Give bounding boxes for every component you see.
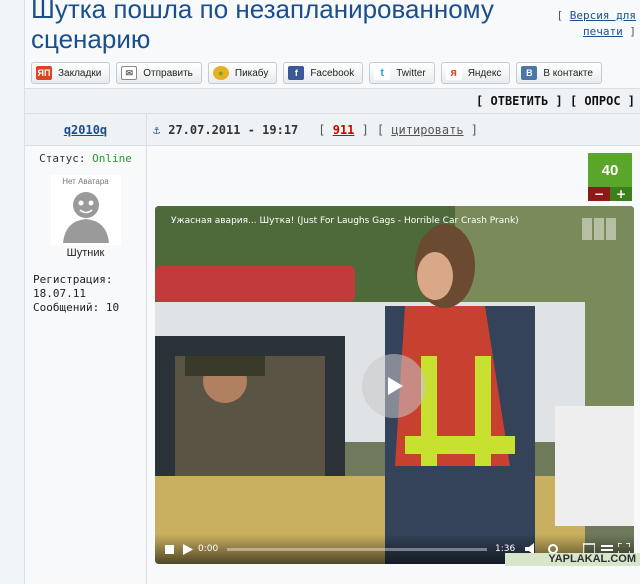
topic-action-bar: [ ОТВЕТИТЬ ] [ ОПРОС ] — [25, 88, 640, 114]
print-bracket-close: ] — [629, 25, 636, 38]
video-player[interactable]: Ужасная авария... Шутка! (Just For Laugh… — [155, 206, 634, 564]
small-play-icon[interactable] — [183, 544, 193, 555]
yap-bookmarks-icon: ЯП — [36, 66, 52, 80]
status-value: Online — [92, 152, 132, 165]
messages-label: Сообщений: — [33, 301, 100, 314]
anchor-icon[interactable]: ⚓ — [153, 123, 160, 137]
user-header: q2010q — [25, 114, 146, 146]
pikabu-icon: ● — [212, 66, 229, 80]
print-version-link[interactable]: Версия для печати — [570, 9, 636, 38]
rating-minus-button[interactable]: − — [588, 187, 610, 201]
rating-plus-button[interactable]: + — [610, 187, 632, 201]
avatar-caption: Нет Аватара — [62, 177, 109, 186]
share-twitter-button[interactable]: t Twitter — [369, 62, 435, 84]
user-registration: Регистрация: 18.07.11 Сообщений: 10 — [33, 273, 146, 315]
share-send-button[interactable]: ✉ Отправить — [116, 62, 202, 84]
share-label: В контакте — [543, 67, 593, 79]
post-number-link[interactable]: 911 — [333, 123, 355, 137]
vkontakte-icon: В — [521, 66, 538, 80]
user-status: Статус: Online — [25, 152, 146, 165]
twitter-icon: t — [374, 66, 391, 80]
stop-icon[interactable] — [165, 545, 174, 554]
play-button[interactable] — [362, 354, 426, 418]
share-bar: ЯП Закладки ✉ Отправить ● Пикабу f Faceb… — [31, 62, 602, 84]
share-yandex-button[interactable]: я Яндекс — [440, 62, 511, 84]
play-icon — [388, 377, 403, 395]
print-version: [ Версия для печати ] — [526, 8, 636, 40]
share-bookmarks-button[interactable]: ЯП Закладки — [31, 62, 111, 84]
share-vkontakte-button[interactable]: В В контакте — [516, 62, 602, 84]
mail-icon: ✉ — [121, 66, 138, 80]
topic-title: Шутка пошла по незапланированному сценар… — [31, 0, 494, 54]
avatar[interactable]: Нет Аватара — [50, 175, 121, 245]
share-label: Facebook — [310, 67, 355, 79]
post-number: [ 911 ] — [318, 122, 369, 137]
post-header: ⚓ 27.07.2011 - 19:17 [ 911 ] [ цитироват… — [147, 114, 640, 146]
rating-value: 40 — [588, 153, 632, 187]
user-rank: Шутник — [66, 247, 105, 259]
share-pikabu-button[interactable]: ● Пикабу — [207, 62, 278, 84]
quote-link[interactable]: цитировать — [391, 123, 463, 137]
video-title: Ужасная авария... Шутка! (Just For Laugh… — [171, 216, 519, 226]
post-rating: 40 − + — [588, 153, 632, 201]
progress-bar[interactable] — [227, 548, 487, 551]
print-bracket-open: [ — [556, 9, 564, 22]
quote-action: [ цитировать ] — [376, 122, 479, 137]
current-time: 0:00 — [198, 544, 219, 554]
registration-label: Регистрация: — [33, 273, 113, 286]
share-label: Яндекс — [467, 67, 502, 79]
yandex-icon: я — [445, 66, 462, 80]
topic-actions: [ ОТВЕТИТЬ ] [ ОПРОС ] — [476, 94, 635, 108]
site-watermark: YAPLAKAL.COM — [505, 553, 640, 566]
poll-button[interactable]: ОПРОС — [584, 94, 620, 108]
reply-button[interactable]: ОТВЕТИТЬ — [491, 94, 549, 108]
share-label: Отправить — [143, 67, 193, 79]
user-column: q2010q Статус: Online Нет Аватара Шутник… — [25, 114, 147, 584]
post-date: 27.07.2011 - 19:17 — [168, 122, 299, 137]
messages-count: 10 — [105, 301, 120, 314]
share-label: Закладки — [58, 67, 102, 79]
yap-logo-icon — [582, 218, 616, 240]
share-facebook-button[interactable]: f Facebook — [283, 62, 364, 84]
share-label: Twitter — [396, 67, 426, 79]
username-link[interactable]: q2010q — [64, 123, 107, 137]
registration-date: 18.07.11 — [33, 287, 86, 300]
messages-info: Сообщений: 10 — [33, 301, 146, 315]
rating-buttons: − + — [588, 187, 632, 201]
facebook-icon: f — [288, 66, 305, 80]
share-label: Пикабу — [234, 67, 269, 79]
status-label: Статус: — [39, 152, 86, 165]
